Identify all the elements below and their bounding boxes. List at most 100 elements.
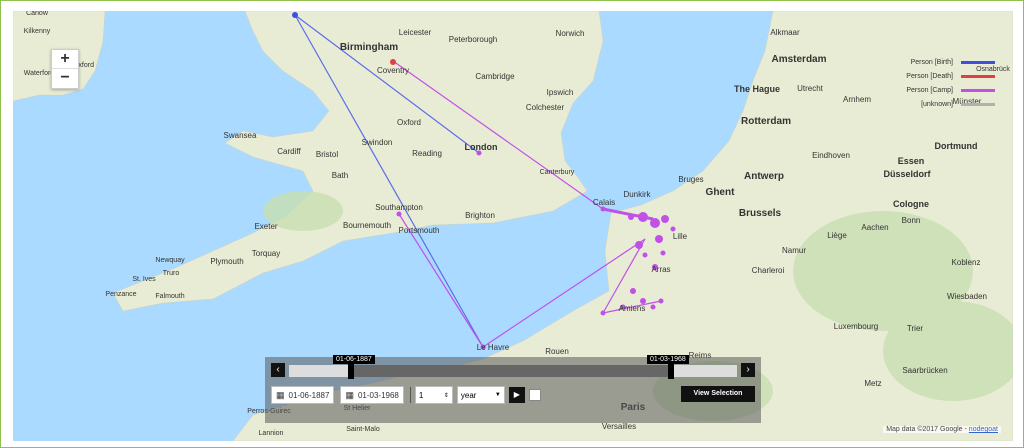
end-date-field[interactable]: ▦ 01-03-1968 — [340, 386, 404, 404]
place-label: Norwich — [556, 29, 585, 38]
place-label: Charleroi — [752, 266, 785, 275]
attribution-link[interactable]: nodegoat — [969, 426, 998, 433]
map-attribution: Map data ©2017 Google - nodegoat — [883, 426, 1001, 433]
place-label: Utrecht — [797, 84, 824, 93]
place-label: Antwerp — [744, 171, 784, 182]
place-label: Exeter — [254, 222, 277, 231]
place-label: Le Havre — [477, 343, 510, 352]
marker-camp-15 — [658, 298, 664, 304]
calendar-icon: ▦ — [276, 389, 285, 400]
zoom-in-button[interactable]: + — [52, 50, 78, 69]
marker-camp-5 — [655, 235, 663, 243]
place-label: Bournemouth — [343, 221, 391, 230]
place-label: Leicester — [399, 28, 432, 37]
place-label: Bonn — [902, 216, 921, 225]
place-label: London — [465, 142, 498, 152]
start-date-value: 01-06-1887 — [288, 390, 330, 400]
place-label: Falmouth — [155, 293, 184, 300]
timeline-next-button[interactable]: › — [741, 363, 755, 377]
place-label: Ghent — [706, 187, 736, 198]
marker-camp-7 — [660, 250, 666, 256]
step-value: 1 — [418, 390, 424, 400]
legend-swatch-camp — [961, 88, 995, 92]
place-label: Saint-Malo — [346, 426, 380, 433]
place-label: Portsmouth — [399, 226, 440, 235]
place-label: Oxford — [397, 118, 421, 127]
legend-swatch-death — [961, 74, 995, 78]
place-label: Trier — [907, 324, 923, 333]
legend-swatch-unknown — [961, 102, 995, 106]
stepper-icon[interactable]: ⇕ — [444, 392, 449, 399]
timeline-selection[interactable] — [351, 365, 671, 377]
play-button[interactable]: ▶ — [508, 387, 525, 403]
marker-camp-16 — [670, 226, 676, 232]
place-label: Dunkirk — [623, 190, 651, 199]
place-label: Aachen — [861, 223, 888, 232]
legend-row-camp: Person [Camp] — [891, 83, 995, 97]
place-label: Amsterdam — [771, 54, 826, 65]
place-label: Versailles — [602, 422, 636, 431]
place-label: The Hague — [734, 84, 780, 94]
marker-calais — [600, 206, 606, 212]
place-label: St. Ives — [132, 276, 156, 283]
marker-camp-6 — [635, 241, 643, 249]
place-label: Cardiff — [277, 147, 301, 156]
timeline-track[interactable]: 01-06-1887 01-03-1968 — [289, 355, 737, 379]
divider — [409, 387, 411, 403]
place-label: Alkmaar — [770, 28, 800, 37]
place-label: Eindhoven — [812, 151, 850, 160]
legend-row-unknown: [unknown] — [891, 97, 995, 111]
place-label: Amiens — [619, 304, 646, 313]
marker-camp-4 — [661, 215, 669, 223]
place-label: Bruges — [678, 175, 703, 184]
place-label: Dortmund — [935, 141, 978, 151]
marker-camp-3 — [650, 218, 660, 228]
view-selection-button[interactable]: View Selection — [681, 386, 755, 402]
place-label: Reading — [412, 149, 442, 158]
place-label: Arnhem — [843, 95, 871, 104]
place-label: Swindon — [362, 138, 393, 147]
place-label: Metz — [864, 379, 881, 388]
marker-camp-14 — [600, 310, 606, 316]
timeline-prev-button[interactable]: ‹ — [271, 363, 285, 377]
marker-southampton — [396, 211, 402, 217]
marker-camp-10 — [630, 288, 636, 294]
place-label: Birmingham — [340, 42, 398, 53]
marker-death — [390, 59, 396, 65]
legend-label: Person [Camp] — [906, 86, 953, 94]
place-label: Arras — [651, 265, 670, 274]
place-label: Lille — [673, 232, 688, 241]
start-date-tooltip: 01-06-1887 — [333, 355, 375, 364]
step-input[interactable]: 1 ⇕ — [414, 386, 453, 404]
place-label: Brighton — [465, 211, 495, 220]
place-label: Saarbrücken — [902, 366, 947, 375]
place-label: Calais — [593, 198, 615, 207]
loop-checkbox[interactable] — [528, 389, 541, 401]
place-label: Koblenz — [952, 258, 981, 267]
calendar-icon: ▦ — [345, 389, 354, 400]
end-date-value: 01-03-1968 — [357, 390, 399, 400]
legend-label: [unknown] — [921, 100, 953, 108]
zoom-out-button[interactable]: − — [52, 69, 78, 87]
start-date-field[interactable]: ▦ 01-06-1887 — [271, 386, 335, 404]
legend-row-birth: Person [Birth] — [891, 55, 995, 69]
place-label: Wiesbaden — [947, 292, 987, 301]
place-label: Luxembourg — [834, 322, 878, 331]
place-label: Rouen — [545, 347, 569, 356]
legend-label: Person [Death] — [906, 72, 953, 80]
place-label: Düsseldorf — [883, 169, 931, 179]
place-label: Bath — [332, 171, 348, 180]
place-label: Canterbury — [540, 169, 575, 176]
place-label: Lannion — [259, 430, 284, 437]
zoom-control: + − — [51, 49, 79, 89]
place-label: Newquay — [155, 257, 185, 264]
chevron-down-icon: ▼ — [494, 392, 501, 398]
unit-select[interactable]: year ▼ — [456, 386, 505, 404]
legend-label: Person [Birth] — [910, 58, 953, 66]
timeline-end-handle[interactable] — [668, 363, 674, 379]
place-label: Cologne — [893, 199, 929, 209]
unit-value: year — [460, 390, 477, 400]
place-label: Plymouth — [210, 257, 243, 266]
place-label: Namur — [782, 246, 806, 255]
timeline-start-handle[interactable] — [348, 363, 354, 379]
